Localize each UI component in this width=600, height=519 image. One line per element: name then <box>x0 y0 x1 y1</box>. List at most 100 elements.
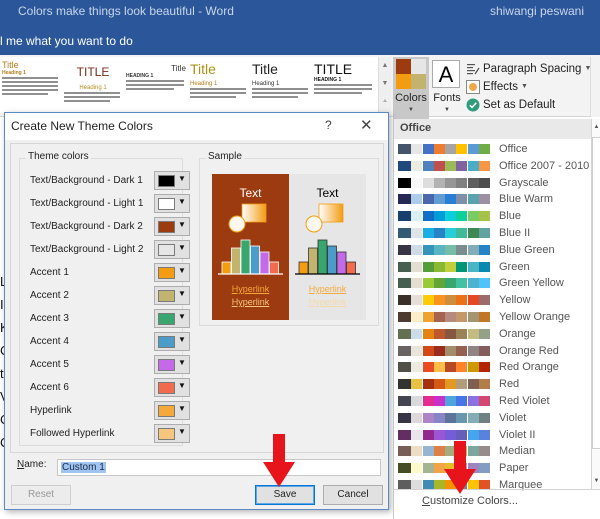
palette-swatch <box>479 396 491 406</box>
chevron-down-icon: ▼ <box>178 358 186 367</box>
theme-color-option[interactable]: Marquee <box>398 477 588 493</box>
color-picker-button[interactable]: ▼ <box>154 240 190 259</box>
style-thumb-body-text <box>2 77 60 95</box>
close-icon[interactable]: ✕ <box>360 116 373 134</box>
style-set-thumbnail[interactable]: TITLE HEADING 1 <box>314 57 374 111</box>
cancel-button[interactable]: Cancel <box>323 485 383 505</box>
red-arrow-save-annotation <box>263 434 295 487</box>
sample-group: Sample Text Hyperlink Hyperlink Text Hyp… <box>199 151 379 326</box>
palette-swatch <box>398 429 411 440</box>
style-thumb-title: Title <box>252 61 278 77</box>
theme-color-option[interactable]: Median <box>398 443 588 459</box>
theme-color-option[interactable]: Office <box>398 141 588 157</box>
sample-chart-bar <box>317 239 328 275</box>
palette-swatch <box>445 244 457 255</box>
scroll-down-icon[interactable]: ▼ <box>592 475 600 487</box>
fonts-button[interactable]: A Fonts ▼ <box>430 57 464 119</box>
theme-color-option[interactable]: Orange Red <box>398 343 588 359</box>
color-picker-button[interactable]: ▼ <box>154 424 190 443</box>
theme-color-option[interactable]: Blue Green <box>398 242 588 258</box>
color-picker-button[interactable]: ▼ <box>154 401 190 420</box>
help-button[interactable]: ? <box>325 118 332 132</box>
theme-color-option[interactable]: Blue Warm <box>398 191 588 207</box>
style-set-thumbnail[interactable]: TITLE Heading 1 <box>64 57 122 111</box>
paragraph-spacing-button[interactable]: Paragraph Spacing ▼ <box>466 60 591 77</box>
palette-swatch <box>411 396 423 406</box>
palette-swatch <box>422 295 434 306</box>
theme-color-option[interactable]: Red <box>398 376 588 392</box>
theme-color-label: Accent 4 <box>30 336 69 347</box>
theme-color-option[interactable]: Green Yellow <box>398 275 588 291</box>
set-as-default-label: Set as Default <box>483 98 556 111</box>
chevron-down-icon: ▼ <box>178 266 186 275</box>
style-set-thumbnail[interactable]: Title Heading 1 <box>252 57 310 111</box>
color-picker-button[interactable]: ▼ <box>154 332 190 351</box>
theme-palette-swatches <box>398 244 491 255</box>
color-picker-button[interactable]: ▼ <box>154 194 190 213</box>
color-picker-button[interactable]: ▼ <box>154 217 190 236</box>
theme-color-option[interactable]: Blue <box>398 208 588 224</box>
color-picker-button[interactable]: ▼ <box>154 263 190 282</box>
palette-swatch <box>398 328 411 339</box>
theme-color-option[interactable]: Red Orange <box>398 359 588 375</box>
theme-color-row: Followed Hyperlink ▼ <box>30 424 190 444</box>
palette-swatch <box>456 429 468 440</box>
theme-color-option[interactable]: Yellow <box>398 292 588 308</box>
theme-color-option[interactable]: Paper <box>398 460 588 476</box>
tell-me-search[interactable]: l me what you want to do <box>0 34 133 48</box>
color-picker-button[interactable]: ▼ <box>154 355 190 374</box>
paragraph-spacing-label: Paragraph Spacing <box>483 62 582 75</box>
theme-color-option[interactable]: Yellow Orange <box>398 309 588 325</box>
theme-color-label: Followed Hyperlink <box>30 428 115 439</box>
theme-palette-swatches <box>398 328 491 339</box>
customize-colors-menu-item[interactable]: Customize Colors... <box>422 495 518 507</box>
color-picker-button[interactable]: ▼ <box>154 171 190 190</box>
palette-swatch <box>411 345 423 356</box>
palette-swatch <box>467 211 479 222</box>
style-thumb-title: Title <box>190 61 216 77</box>
scroll-up-icon[interactable]: ▲ <box>592 121 600 133</box>
colors-button[interactable]: Colors ▼ <box>393 57 429 119</box>
color-picker-button[interactable]: ▼ <box>154 309 190 328</box>
dialog-body: Theme colors Text/Background - Dark 1 ▼ Te… <box>10 143 384 453</box>
reset-button[interactable]: Reset <box>11 485 71 505</box>
palette-swatch <box>433 328 445 339</box>
panel-scrollbar[interactable]: ▲ ▼ <box>591 119 600 489</box>
style-set-thumbnail[interactable]: Title Heading 1 <box>2 57 60 111</box>
style-thumb-title: Title <box>2 60 19 70</box>
gallery-down-icon[interactable]: ▼ <box>379 75 391 93</box>
gallery-scroll[interactable]: ▲ ▼ ⩡ <box>378 57 391 113</box>
save-button[interactable]: Save <box>255 485 315 505</box>
create-new-theme-colors-dialog: Create New Theme Colors ? ✕ Theme colors… <box>4 112 389 510</box>
style-set-thumbnail[interactable]: Title Heading 1 <box>190 57 248 111</box>
palette-swatch <box>398 194 411 205</box>
gallery-more-icon[interactable]: ⩡ <box>379 93 391 111</box>
sample-hyperlink-dark: Hyperlink <box>231 284 270 294</box>
theme-color-label: Accent 3 <box>30 313 69 324</box>
color-picker-button[interactable]: ▼ <box>154 286 190 305</box>
theme-color-option[interactable]: Violet II <box>398 427 588 443</box>
palette-swatch <box>411 228 423 238</box>
palette-swatch <box>456 244 468 255</box>
theme-color-option[interactable]: Violet <box>398 410 588 426</box>
palette-swatch <box>479 144 491 154</box>
chevron-down-icon: ▼ <box>408 107 414 113</box>
theme-color-option[interactable]: Office 2007 - 2010 <box>398 158 589 174</box>
name-input[interactable]: Custom 1 <box>57 459 381 476</box>
user-name[interactable]: shiwangi peswani <box>490 4 584 18</box>
theme-palette-swatches <box>398 177 491 188</box>
theme-color-option[interactable]: Red Violet <box>398 393 588 409</box>
theme-color-option[interactable]: Blue II <box>398 225 588 241</box>
effects-button[interactable]: Effects ▼ <box>466 78 528 95</box>
gallery-up-icon[interactable]: ▲ <box>379 57 391 75</box>
theme-color-option[interactable]: Orange <box>398 326 588 342</box>
set-as-default-button[interactable]: Set as Default <box>466 96 555 113</box>
theme-color-option[interactable]: Grayscale <box>398 175 588 191</box>
style-set-thumbnail[interactable]: Title HEADING 1 <box>126 57 186 111</box>
palette-swatch <box>456 144 468 154</box>
color-picker-button[interactable]: ▼ <box>154 378 190 397</box>
chevron-down-icon: ▼ <box>178 404 186 413</box>
palette-swatch <box>398 228 411 238</box>
scroll-thumb[interactable] <box>592 137 600 449</box>
theme-color-option[interactable]: Green <box>398 259 588 275</box>
